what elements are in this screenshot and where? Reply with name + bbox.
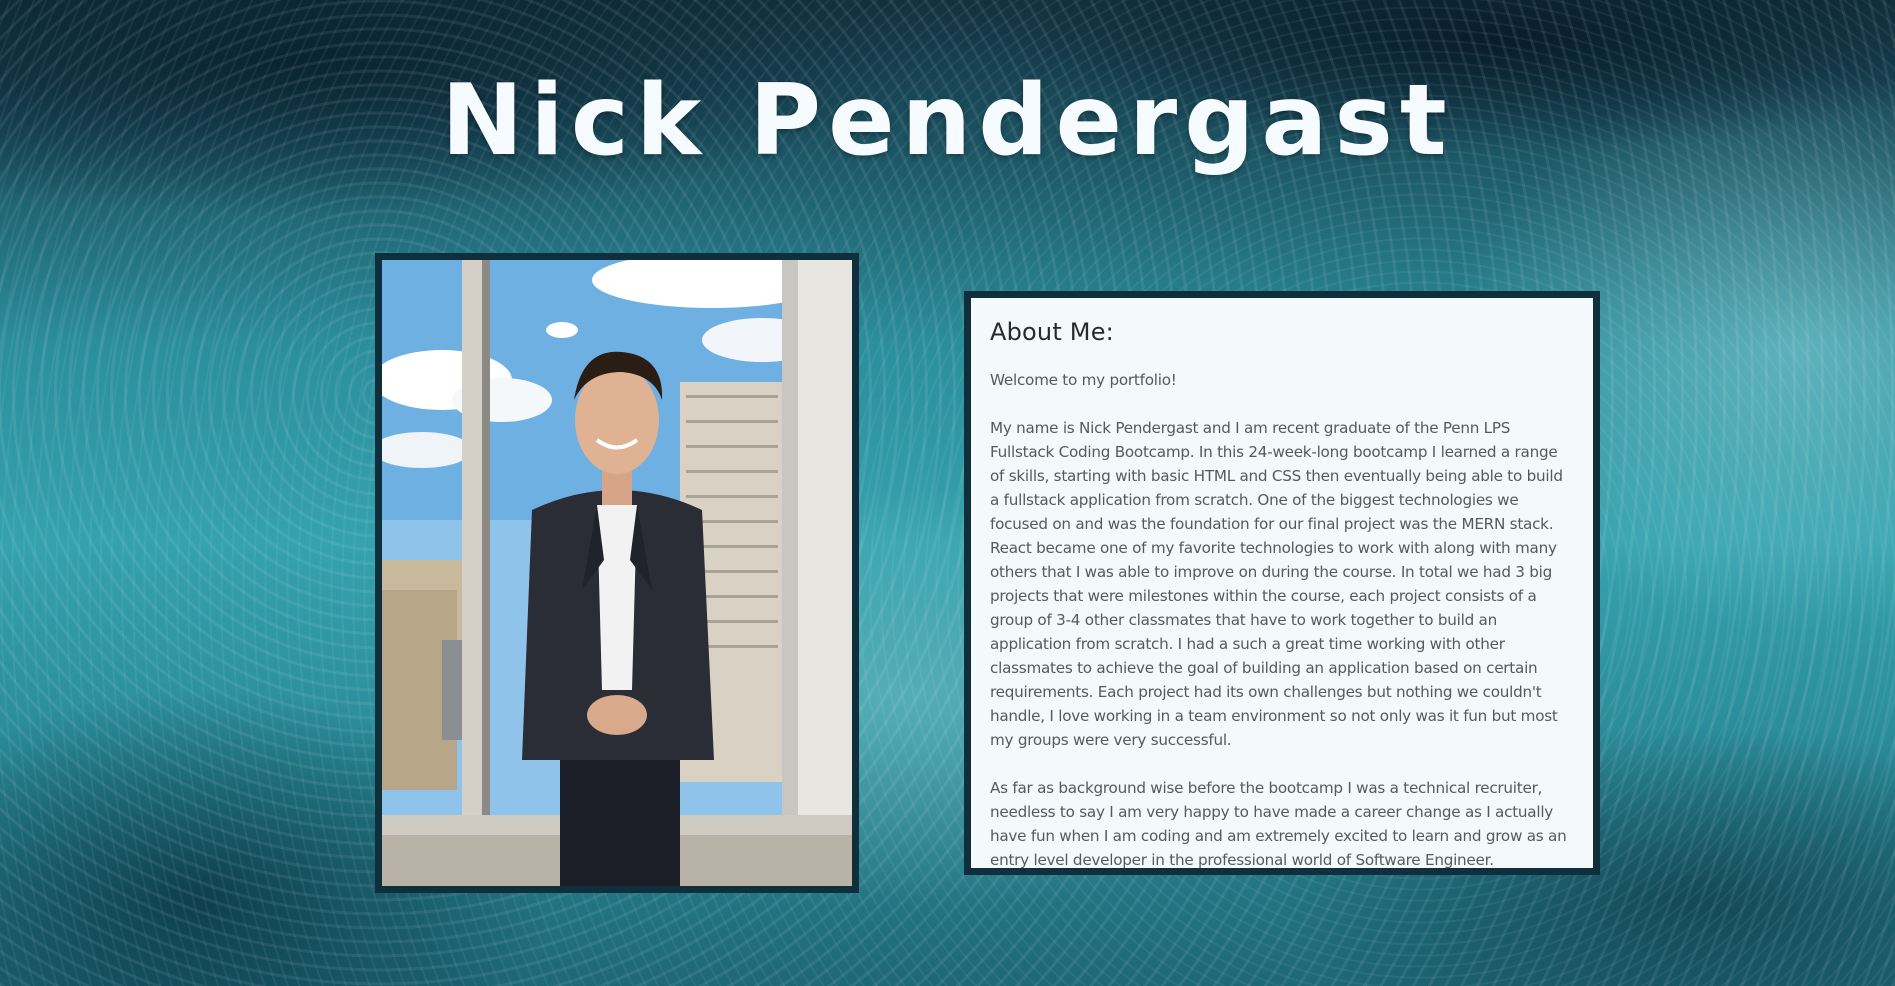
- page-background: Nick Pendergast About Me: Welcome to my …: [0, 0, 1895, 986]
- site-title: Nick Pendergast: [441, 64, 1454, 178]
- profile-photo: [375, 253, 859, 893]
- profile-photo-illustration: [382, 260, 852, 886]
- about-heading: About Me:: [990, 318, 1114, 346]
- about-paragraph-welcome: Welcome to my portfolio!: [990, 371, 1177, 389]
- about-paragraph-background: As far as background wise before the boo…: [990, 779, 1567, 869]
- about-card: About Me: Welcome to my portfolio! My na…: [964, 291, 1600, 875]
- about-paragraph-bootcamp: My name is Nick Pendergast and I am rece…: [990, 419, 1563, 749]
